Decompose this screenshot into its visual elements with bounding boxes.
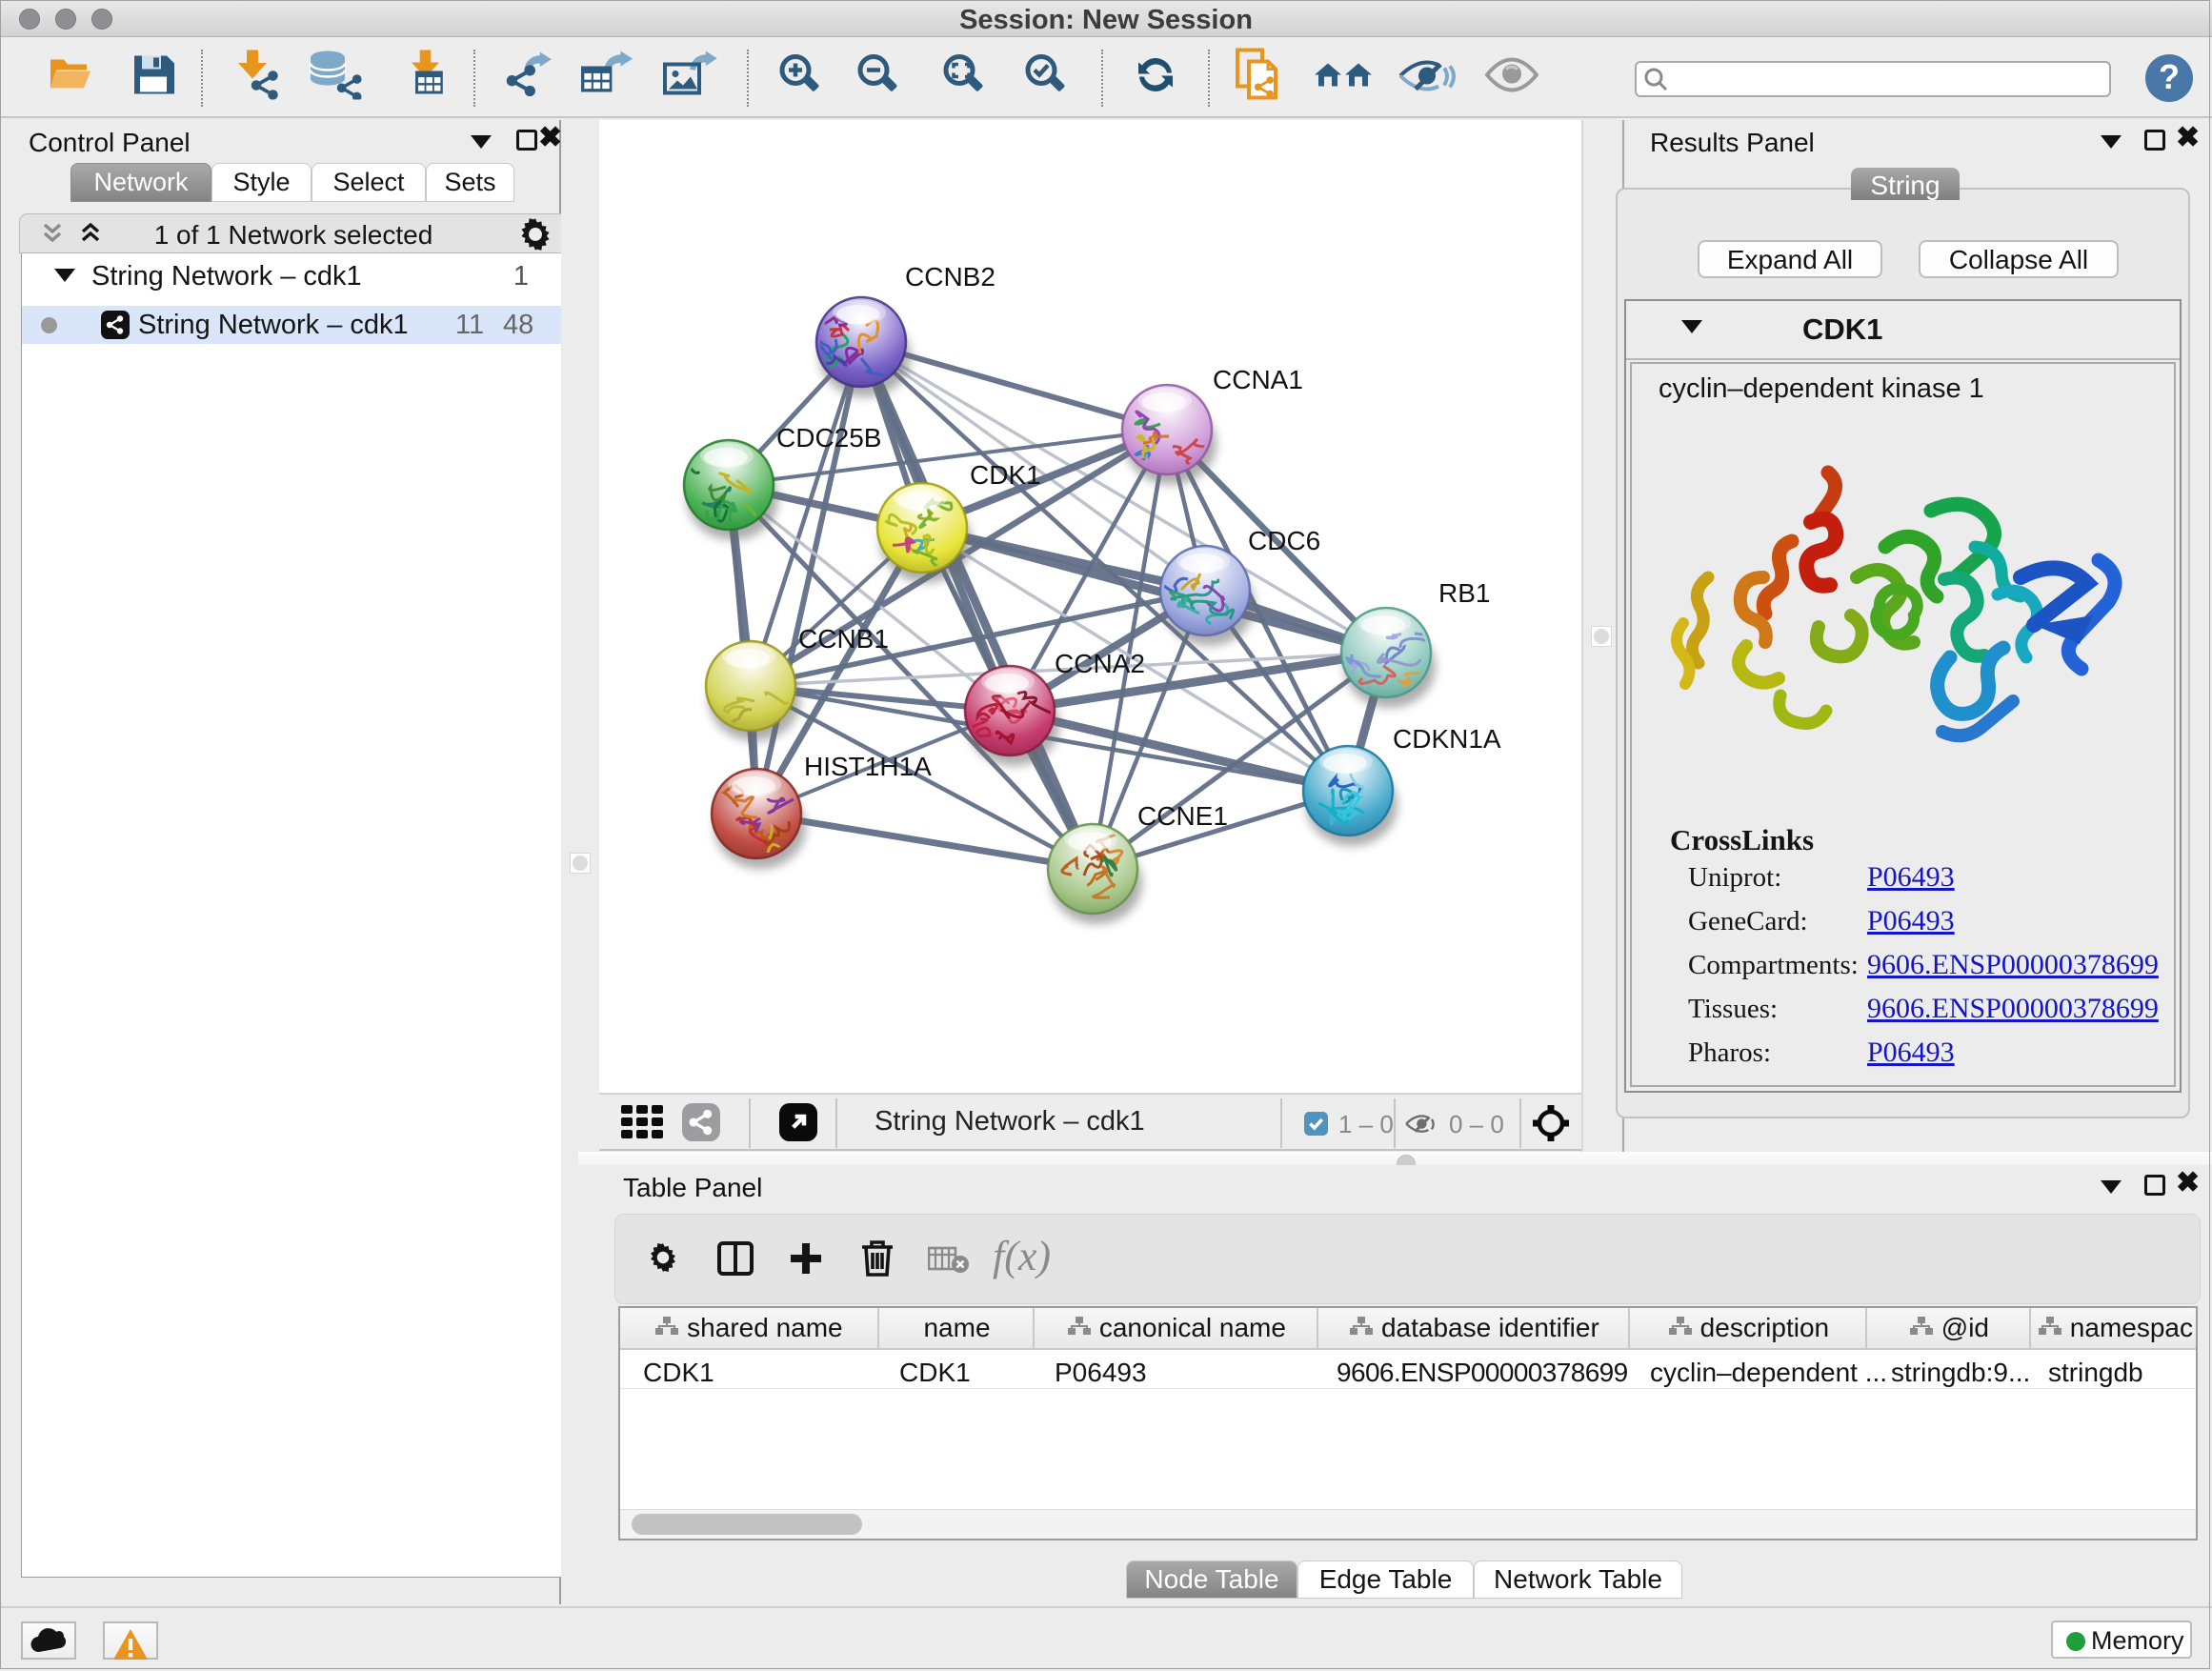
svg-text:CDC6: CDC6 [1248,526,1320,555]
svg-text:CCNE1: CCNE1 [1137,801,1228,831]
svg-text:HIST1H1A: HIST1H1A [804,752,932,781]
svg-text:RB1: RB1 [1438,578,1490,608]
svg-text:CCNA2: CCNA2 [1055,649,1145,678]
svg-text:CCNB1: CCNB1 [798,624,889,654]
svg-text:CCNB2: CCNB2 [905,262,995,292]
svg-text:CCNA1: CCNA1 [1213,365,1303,394]
svg-text:CDKN1A: CDKN1A [1393,724,1501,754]
svg-text:CDC25B: CDC25B [776,423,881,453]
svg-text:CDK1: CDK1 [970,460,1041,490]
